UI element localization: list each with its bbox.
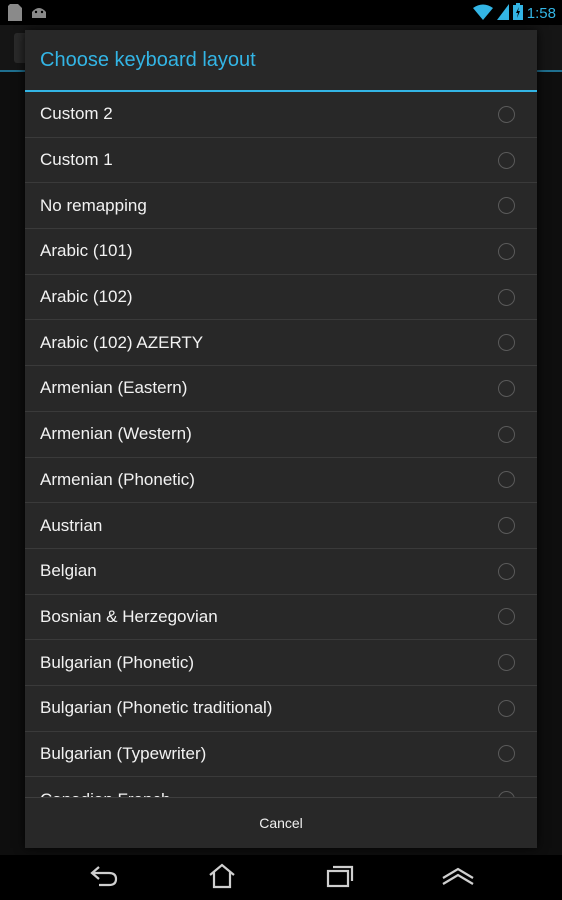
navigation-bar xyxy=(0,855,562,900)
list-item[interactable]: Belgian xyxy=(25,549,537,595)
list-item[interactable]: Austrian xyxy=(25,503,537,549)
list-item-label: Custom 1 xyxy=(40,150,113,170)
list-item-label: Arabic (102) xyxy=(40,287,133,307)
list-item[interactable]: Canadian French xyxy=(25,777,537,797)
list-item[interactable]: Bulgarian (Typewriter) xyxy=(25,732,537,778)
radio-button[interactable] xyxy=(498,197,515,215)
list-item-label: Canadian French xyxy=(40,790,170,797)
menu-button[interactable] xyxy=(429,858,487,898)
list-item-label: Armenian (Western) xyxy=(40,424,192,444)
radio-button[interactable] xyxy=(498,608,515,626)
radio-button[interactable] xyxy=(498,745,515,763)
list-item-label: Austrian xyxy=(40,515,103,535)
list-item-label: Bulgarian (Phonetic traditional) xyxy=(40,698,273,718)
list-item[interactable]: Bulgarian (Phonetic) xyxy=(25,640,537,686)
list-item[interactable]: Arabic (101) xyxy=(25,229,537,275)
list-item-label: Bulgarian (Typewriter) xyxy=(40,743,207,763)
list-item-label: Bosnian & Herzegovian xyxy=(40,606,218,626)
list-item[interactable]: Armenian (Western) xyxy=(25,412,537,458)
radio-button[interactable] xyxy=(498,242,515,260)
android-icon xyxy=(30,4,48,25)
list-item-label: Armenian (Eastern) xyxy=(40,378,188,398)
radio-button[interactable] xyxy=(498,151,515,169)
signal-icon xyxy=(496,3,509,24)
home-button[interactable] xyxy=(193,858,251,898)
back-icon xyxy=(89,864,119,892)
radio-button[interactable] xyxy=(498,379,515,397)
radio-button[interactable] xyxy=(498,517,515,535)
list-item-label: Bulgarian (Phonetic) xyxy=(40,652,195,672)
battery-charging-icon xyxy=(512,3,523,24)
sd-card-icon xyxy=(8,4,22,25)
list-item-label: Custom 2 xyxy=(40,104,113,124)
list-item-label: Armenian (Phonetic) xyxy=(40,469,195,489)
list-item[interactable]: Armenian (Phonetic) xyxy=(25,458,537,504)
radio-button[interactable] xyxy=(498,654,515,672)
radio-button[interactable] xyxy=(498,288,515,306)
radio-button[interactable] xyxy=(498,471,515,489)
list-item[interactable]: Armenian (Eastern) xyxy=(25,366,537,412)
wifi-icon xyxy=(472,4,493,24)
list-item[interactable]: Arabic (102) AZERTY xyxy=(25,320,537,367)
radio-button[interactable] xyxy=(498,105,515,123)
list-item[interactable]: Bosnian & Herzegovian xyxy=(25,595,537,641)
recent-apps-icon xyxy=(325,864,355,892)
list-item[interactable]: Custom 2 xyxy=(25,92,537,138)
back-button[interactable] xyxy=(75,858,133,898)
cancel-button[interactable]: Cancel xyxy=(25,798,537,848)
list-item[interactable]: No remapping xyxy=(25,183,537,230)
radio-button[interactable] xyxy=(498,562,515,580)
dialog-title: Choose keyboard layout xyxy=(25,30,537,92)
recent-apps-button[interactable] xyxy=(311,858,369,898)
list-item[interactable]: Custom 1 xyxy=(25,138,537,184)
list-item-label: Arabic (101) xyxy=(40,241,133,261)
dialog-footer: Cancel xyxy=(25,797,537,848)
layout-list[interactable]: Custom 2 Custom 1 No remapping Arabic (101)… xyxy=(25,92,537,797)
status-bar: 1:58 xyxy=(0,0,562,25)
clock: 1:58 xyxy=(526,5,556,22)
radio-button[interactable] xyxy=(498,699,515,717)
list-item[interactable]: Bulgarian (Phonetic traditional) xyxy=(25,686,537,732)
home-icon xyxy=(208,863,236,893)
radio-button[interactable] xyxy=(498,334,515,352)
keyboard-layout-dialog: Choose keyboard layout Custom 2 Custom 1 N… xyxy=(25,30,537,848)
radio-button[interactable] xyxy=(498,425,515,443)
menu-up-icon xyxy=(441,866,475,890)
list-item-label: Belgian xyxy=(40,561,97,581)
list-item-label: Arabic (102) AZERTY xyxy=(40,332,204,352)
list-item[interactable]: Arabic (102) xyxy=(25,275,537,321)
list-item-label: No remapping xyxy=(40,195,147,215)
